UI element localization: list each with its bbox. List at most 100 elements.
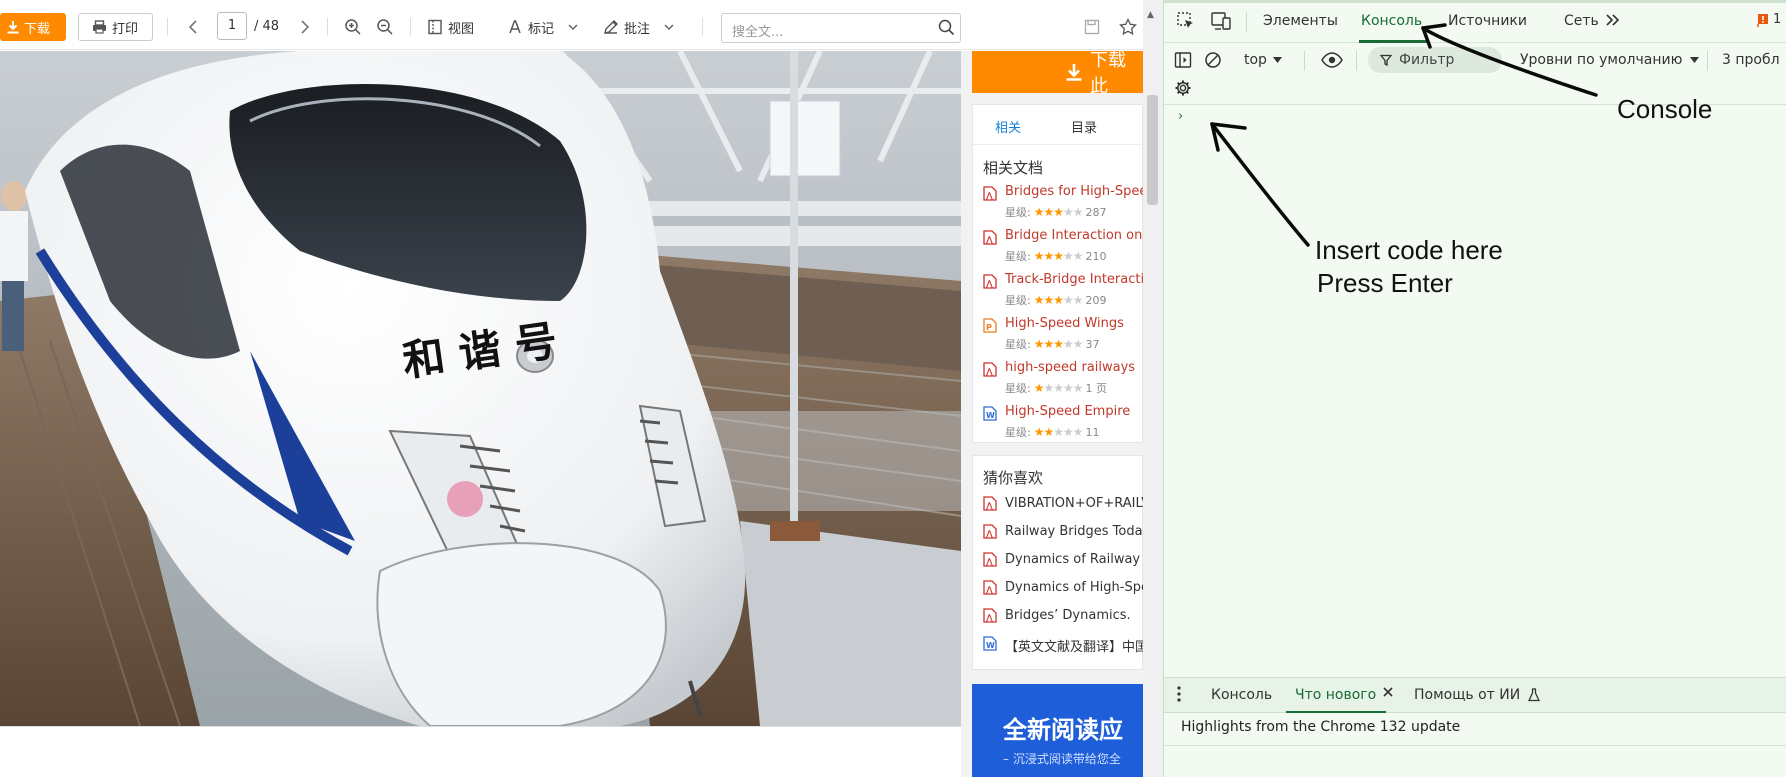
filter-input[interactable]: Фильтр xyxy=(1368,47,1502,73)
clear-console-icon[interactable] xyxy=(1204,47,1222,73)
viewer-scrollbar[interactable]: ▲ xyxy=(1143,0,1163,777)
recommend-doc-item[interactable]: ⋀ Dynamics of High-Spe xyxy=(973,576,1143,604)
related-title: 相关文档 xyxy=(983,159,1044,177)
recommend-doc-item[interactable]: ⋀ Dynamics of Railway B xyxy=(973,548,1143,576)
related-doc-item[interactable]: ⋀ high-speed railways 星级: ★★★★★ 1 页 xyxy=(973,359,1142,403)
drawer-menu-icon[interactable] xyxy=(1176,685,1182,707)
related-doc-meta: 37 xyxy=(1085,337,1100,351)
recommend-doc-item[interactable]: ⋀ VIBRATION+OF+RAILV xyxy=(973,492,1143,520)
related-doc-name[interactable]: Bridges for High-Spee xyxy=(1005,184,1143,199)
rating-label: 星级: xyxy=(1005,426,1031,439)
toolbar-divider xyxy=(410,18,411,36)
tab-sources[interactable]: Источники xyxy=(1448,13,1527,29)
related-doc-name[interactable]: High-Speed Empire xyxy=(1005,404,1130,419)
related-doc-name[interactable]: Track-Bridge Interactic xyxy=(1005,272,1143,287)
pdf-doc-icon: ⋀ xyxy=(983,274,997,289)
recommend-doc-item[interactable]: ⋀ Bridges’ Dynamics. xyxy=(973,604,1142,632)
rating-label: 星级: xyxy=(1005,206,1031,219)
view-menu[interactable]: 视图 xyxy=(427,13,474,41)
console-settings-gear-icon[interactable] xyxy=(1174,77,1192,99)
svg-text:P: P xyxy=(986,323,992,332)
tab-network[interactable]: Сеть xyxy=(1564,13,1599,29)
inspect-element-icon[interactable] xyxy=(1176,11,1196,35)
drawer-tabbar: Консоль Что нового Помощь от ИИ xyxy=(1164,677,1786,714)
svg-text:⋀: ⋀ xyxy=(986,501,993,510)
issues-indicator[interactable]: 1 xyxy=(1757,12,1781,27)
recommend-doc-item[interactable]: ⋀ Railway Bridges Today xyxy=(973,520,1143,548)
prev-page-icon[interactable] xyxy=(185,13,201,41)
zoom-out-icon[interactable] xyxy=(375,13,395,41)
console-prompt[interactable]: › xyxy=(1178,109,1183,124)
related-doc-item[interactable]: W High-Speed Empire 星级: ★★★★★ 11 xyxy=(973,403,1142,447)
related-doc-item[interactable]: ⋀ Bridges for High-Spee 星级: ★★★★★ 287 xyxy=(973,183,1143,227)
recommend-doc-name[interactable]: Dynamics of High-Spe xyxy=(1005,580,1143,595)
viewer-sidebar: 下载此 相关 目录 相关文档 ⋀ Bridges for High-Spee 星级:… xyxy=(972,51,1143,777)
rating-label: 星级: xyxy=(1005,382,1031,395)
tab-elements[interactable]: Элементы xyxy=(1263,13,1338,29)
recommend-doc-name[interactable]: Bridges’ Dynamics. xyxy=(1005,608,1131,623)
annotate-menu[interactable]: 批注 xyxy=(603,13,674,41)
console-output[interactable]: › xyxy=(1164,105,1786,677)
related-doc-rating: 星级: ★★★★★ 287 xyxy=(1005,204,1107,220)
page-number-input[interactable]: 1 xyxy=(217,12,247,40)
recommend-doc-item[interactable]: W 【英文文献及翻译】中国 xyxy=(973,632,1143,660)
document-page: 和 谐 号 xyxy=(0,51,961,726)
download-button[interactable]: 下载 xyxy=(0,13,66,41)
screen: 下载 打印 1 / 48 视图 标记 批注 搜全文... 和 谐 号 下载此 相… xyxy=(0,0,1786,777)
pdf-doc-icon: ⋀ xyxy=(983,496,997,511)
pdf-doc-icon: ⋀ xyxy=(983,362,997,377)
scrollbar-thumb[interactable] xyxy=(1147,95,1158,205)
search-icon[interactable] xyxy=(937,13,955,41)
sidebar-toggle-icon[interactable] xyxy=(1174,47,1192,73)
whats-new-highlights[interactable]: Highlights from the Chrome 132 update xyxy=(1181,719,1460,735)
toolbar-divider xyxy=(702,18,703,36)
rating-label: 星级: xyxy=(1005,338,1031,351)
caret-down-icon xyxy=(1690,56,1700,63)
recommend-doc-name[interactable]: Railway Bridges Today xyxy=(1005,524,1143,539)
print-button[interactable]: 打印 xyxy=(78,13,153,41)
related-doc-item[interactable]: ⋀ Track-Bridge Interactic 星级: ★★★★★ 209 xyxy=(973,271,1143,315)
svg-text:⋀: ⋀ xyxy=(986,529,993,538)
recommend-doc-name[interactable]: VIBRATION+OF+RAILV xyxy=(1005,496,1143,511)
next-page-icon[interactable] xyxy=(297,13,313,41)
related-doc-meta: 1 页 xyxy=(1085,382,1108,395)
mark-icon xyxy=(507,19,523,35)
tabbar-divider xyxy=(1246,12,1247,32)
recommend-doc-name[interactable]: Dynamics of Railway B xyxy=(1005,552,1143,567)
related-doc-name[interactable]: High-Speed Wings xyxy=(1005,316,1124,331)
drawer-tab-whats-new[interactable]: Что нового xyxy=(1295,687,1376,703)
context-selector[interactable]: top xyxy=(1244,47,1282,73)
star-icon[interactable] xyxy=(1119,13,1137,41)
related-doc-name[interactable]: Bridge Interaction on I xyxy=(1005,228,1143,243)
ad-subtitle: – 沉浸式阅读带给您全 xyxy=(1003,752,1121,766)
related-doc-name[interactable]: high-speed railways xyxy=(1005,360,1135,375)
log-levels-dropdown[interactable]: Уровни по умолчанию xyxy=(1520,47,1700,73)
device-toolbar-icon[interactable] xyxy=(1210,11,1232,35)
drawer-tab-ai-help[interactable]: Помощь от ИИ xyxy=(1414,687,1541,703)
download-document-button[interactable]: 下载此 xyxy=(972,51,1143,97)
scroll-up-icon[interactable]: ▲ xyxy=(1147,10,1154,20)
reader-ad-banner[interactable]: 全新阅读应 – 沉浸式阅读带给您全 xyxy=(972,684,1143,777)
recommend-doc-name[interactable]: 【英文文献及翻译】中国 xyxy=(1005,636,1143,655)
related-doc-rating: 星级: ★★★★★ 1 页 xyxy=(1005,380,1107,396)
issues-link[interactable]: 3 пробл xyxy=(1722,47,1780,73)
save-icon[interactable] xyxy=(1083,13,1101,41)
view-label: 视图 xyxy=(448,21,475,37)
drawer-tab-console[interactable]: Консоль xyxy=(1211,687,1272,703)
download-icon xyxy=(6,20,20,34)
tab-related[interactable]: 相关 xyxy=(995,117,1021,136)
related-doc-item[interactable]: ⋀ Bridge Interaction on I 星级: ★★★★★ 210 xyxy=(973,227,1143,271)
page-total: / 48 xyxy=(254,19,280,34)
pdf-doc-icon: ⋀ xyxy=(983,524,997,539)
tab-console[interactable]: Консоль xyxy=(1361,13,1422,29)
related-doc-item[interactable]: P High-Speed Wings 星级: ★★★★★ 37 xyxy=(973,315,1142,359)
close-icon[interactable] xyxy=(1382,686,1394,702)
toolbar-divider xyxy=(327,18,328,36)
more-tabs-icon[interactable] xyxy=(1604,11,1622,33)
zoom-in-icon[interactable] xyxy=(343,13,363,41)
annotate-label: 批注 xyxy=(624,21,651,37)
mark-menu[interactable]: 标记 xyxy=(507,13,578,41)
live-expression-icon[interactable] xyxy=(1321,47,1343,73)
tab-contents[interactable]: 目录 xyxy=(1071,117,1097,136)
fulltext-search-input[interactable]: 搜全文... xyxy=(721,13,961,43)
